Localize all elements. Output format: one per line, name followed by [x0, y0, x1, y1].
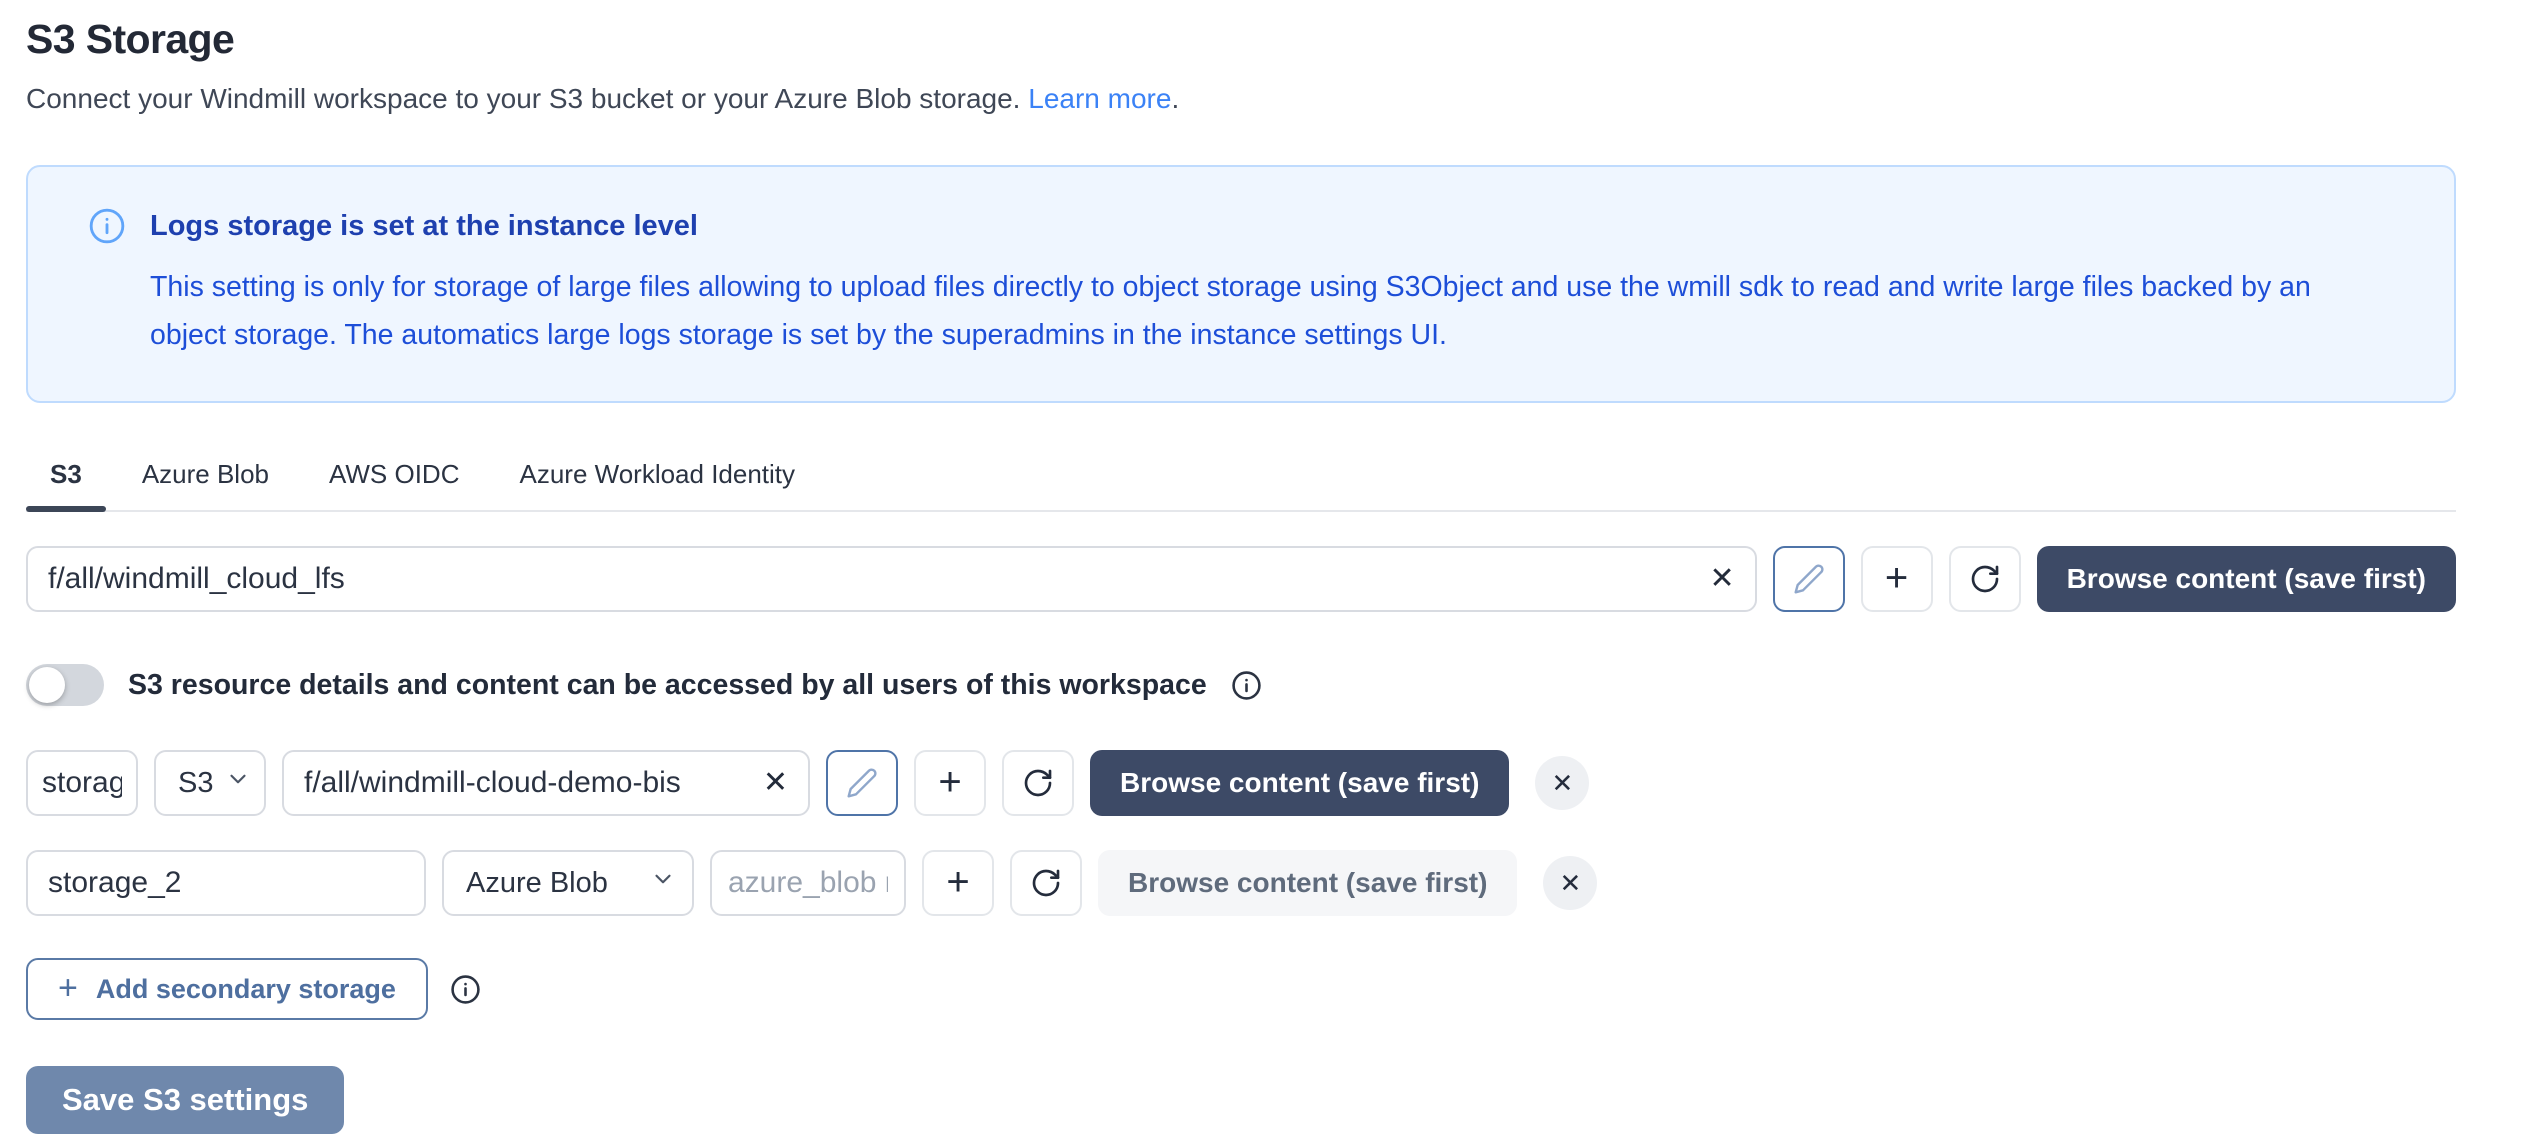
create-resource-button[interactable]: + — [1861, 546, 1933, 612]
subtitle-period: . — [1171, 83, 1179, 114]
secondary-2-resource-path-input[interactable] — [728, 866, 888, 900]
edit-resource-button[interactable] — [1773, 546, 1845, 612]
tab-azure-workload-identity[interactable]: Azure Workload Identity — [495, 453, 819, 510]
chevron-down-icon — [650, 866, 676, 900]
page-title: S3 Storage — [26, 16, 2456, 63]
secondary-1-create-resource-button[interactable]: + — [914, 750, 986, 816]
s3-storage-settings-page: S3 Storage Connect your Windmill workspa… — [26, 0, 2456, 1134]
primary-resource-path-field: ✕ — [26, 546, 1757, 612]
subtitle-text: Connect your Windmill workspace to your … — [26, 83, 1020, 114]
secondary-storage-row-2: Azure Blob + Browse content (save first)… — [26, 850, 2456, 916]
alert-body: This setting is only for storage of larg… — [150, 263, 2394, 359]
refresh-icon — [1022, 767, 1054, 799]
pencil-icon — [846, 767, 878, 799]
secondary-2-type-value: Azure Blob — [466, 867, 608, 900]
info-icon — [88, 207, 126, 245]
secondary-1-remove-button[interactable]: ✕ — [1535, 756, 1589, 810]
learn-more-link[interactable]: Learn more — [1028, 83, 1171, 114]
toggle-knob — [29, 667, 65, 703]
tab-s3[interactable]: S3 — [26, 453, 106, 510]
plus-icon: + — [1885, 558, 1908, 598]
secondary-1-type-value: S3 — [178, 767, 213, 800]
plus-icon: + — [58, 971, 78, 1005]
storage-type-tabs: S3 Azure Blob AWS OIDC Azure Workload Id… — [26, 453, 2456, 512]
info-icon[interactable] — [1231, 670, 1262, 701]
alert-header: Logs storage is set at the instance leve… — [88, 207, 2394, 245]
secondary-2-type-select[interactable]: Azure Blob — [442, 850, 694, 916]
workspace-access-toggle[interactable] — [26, 664, 104, 706]
refresh-icon — [1030, 867, 1062, 899]
plus-icon: + — [938, 762, 961, 802]
secondary-1-resource-path-input[interactable] — [304, 766, 747, 800]
primary-storage-row: ✕ + Browse content (save first) — [26, 546, 2456, 612]
add-secondary-storage-label: Add secondary storage — [96, 974, 396, 1005]
info-icon[interactable] — [450, 974, 481, 1005]
primary-resource-path-input[interactable] — [48, 562, 1693, 596]
secondary-1-type-select[interactable]: S3 — [154, 750, 266, 816]
secondary-1-refresh-button[interactable] — [1002, 750, 1074, 816]
secondary-1-resource-path-field: ✕ — [282, 750, 810, 816]
refresh-resource-button[interactable] — [1949, 546, 2021, 612]
workspace-access-label: S3 resource details and content can be a… — [128, 669, 1207, 702]
pencil-icon — [1793, 563, 1825, 595]
secondary-2-create-resource-button[interactable]: + — [922, 850, 994, 916]
logs-storage-info-alert: Logs storage is set at the instance leve… — [26, 165, 2456, 403]
plus-icon: + — [946, 862, 969, 902]
tab-aws-oidc[interactable]: AWS OIDC — [305, 453, 483, 510]
secondary-2-name-input[interactable] — [48, 866, 404, 900]
secondary-2-resource-path-field — [710, 850, 906, 916]
clear-icon[interactable]: ✕ — [1703, 564, 1734, 594]
clear-icon[interactable]: ✕ — [757, 768, 788, 798]
tab-azure-blob[interactable]: Azure Blob — [118, 453, 293, 510]
add-secondary-storage-button[interactable]: + Add secondary storage — [26, 958, 428, 1020]
secondary-2-remove-button[interactable]: ✕ — [1543, 856, 1597, 910]
secondary-storage-row-1: S3 ✕ + Browse content (save first) ✕ — [26, 750, 2456, 816]
page-subtitle: Connect your Windmill workspace to your … — [26, 83, 2456, 115]
secondary-2-name-field — [26, 850, 426, 916]
secondary-2-refresh-button[interactable] — [1010, 850, 1082, 916]
secondary-1-edit-resource-button[interactable] — [826, 750, 898, 816]
secondary-2-browse-content-button[interactable]: Browse content (save first) — [1098, 850, 1517, 916]
refresh-icon — [1969, 563, 2001, 595]
alert-title: Logs storage is set at the instance leve… — [150, 210, 698, 243]
secondary-1-name-field — [26, 750, 138, 816]
chevron-down-icon — [225, 766, 251, 800]
workspace-access-row: S3 resource details and content can be a… — [26, 664, 2456, 706]
browse-content-button-primary[interactable]: Browse content (save first) — [2037, 546, 2456, 612]
secondary-1-name-input[interactable] — [42, 766, 122, 800]
add-secondary-row: + Add secondary storage — [26, 958, 2456, 1020]
secondary-1-browse-content-button[interactable]: Browse content (save first) — [1090, 750, 1509, 816]
